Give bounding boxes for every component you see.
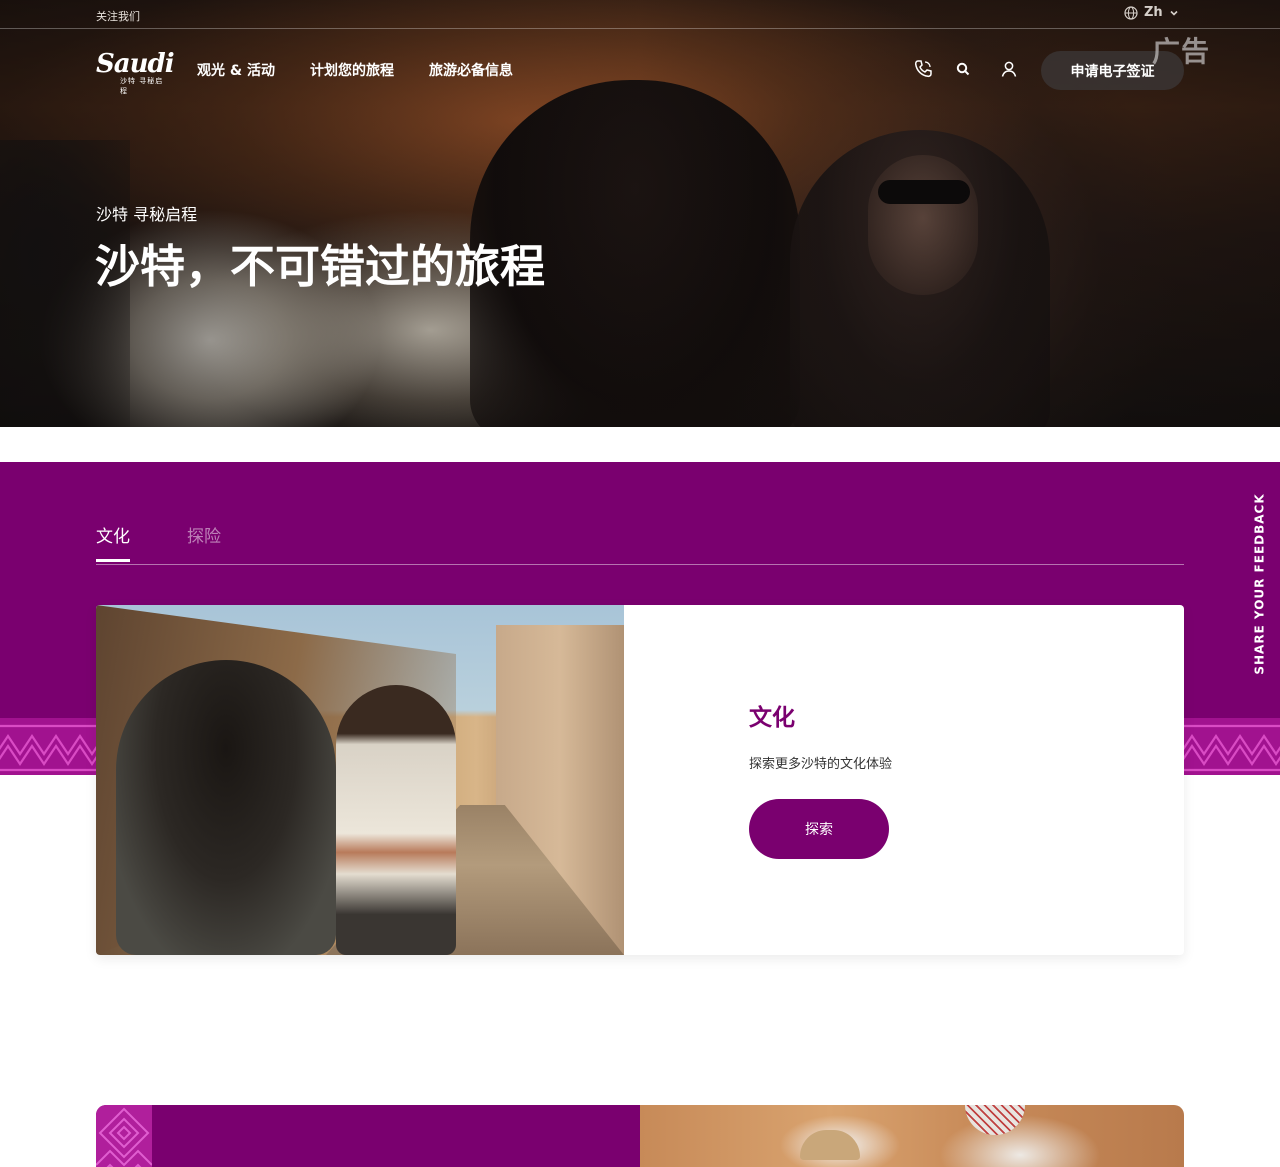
- feedback-label: SHARE YOUR FEEDBACK: [1253, 493, 1267, 675]
- image-keffiyeh: [965, 1105, 1025, 1135]
- globe-icon: [1124, 5, 1138, 20]
- hero-title: 沙特，不可错过的旅程: [95, 240, 546, 293]
- image-woman: [116, 660, 336, 955]
- ad-label: 广告: [1152, 35, 1211, 68]
- saudi-logo[interactable]: Saudi 沙特 寻秘启程: [96, 49, 175, 95]
- logo-wordmark: Saudi: [96, 49, 175, 79]
- explore-button[interactable]: 探索: [749, 799, 889, 859]
- decorative-pattern-right: [1184, 718, 1280, 775]
- image-hat: [800, 1130, 860, 1160]
- next-card: [96, 1105, 1184, 1167]
- top-utility-bar: 关注我们 Zh: [0, 0, 1280, 29]
- chevron-down-icon: [1169, 8, 1179, 18]
- language-label: Zh: [1144, 5, 1163, 20]
- nav-item-travel-info[interactable]: 旅游必备信息: [429, 60, 513, 80]
- card-description: 探索更多沙特的文化体验: [749, 757, 893, 772]
- tab-culture[interactable]: 文化: [96, 522, 130, 562]
- tab-adventure[interactable]: 探险: [187, 522, 221, 559]
- language-selector[interactable]: Zh: [1124, 5, 1179, 20]
- search-icon[interactable]: [951, 57, 975, 81]
- decorative-pattern-left: [0, 718, 96, 775]
- next-card-image: [640, 1105, 1184, 1167]
- culture-card-image: [96, 605, 624, 955]
- phone-icon[interactable]: [911, 57, 935, 81]
- next-card-panel: [96, 1105, 640, 1167]
- follow-us-link[interactable]: 关注我们: [96, 8, 140, 24]
- hero-kicker: 沙特 寻秘启程: [96, 205, 198, 224]
- diamond-pattern-icon: [96, 1105, 152, 1167]
- image-man: [336, 685, 456, 955]
- nav-item-plan-trip[interactable]: 计划您的旅程: [310, 60, 394, 80]
- main-nav: 观光 & 活动 计划您的旅程 旅游必备信息: [197, 60, 513, 80]
- category-tabs: 文化 探险: [96, 521, 1184, 565]
- user-icon[interactable]: [997, 57, 1021, 81]
- culture-card: 文化 探索更多沙特的文化体验 探索: [96, 605, 1184, 955]
- nav-item-sightseeing[interactable]: 观光 & 活动: [197, 60, 275, 80]
- logo-subtitle: 沙特 寻秘启程: [120, 77, 164, 95]
- card-title: 文化: [749, 705, 795, 731]
- feedback-tab[interactable]: SHARE YOUR FEEDBACK: [1245, 493, 1275, 674]
